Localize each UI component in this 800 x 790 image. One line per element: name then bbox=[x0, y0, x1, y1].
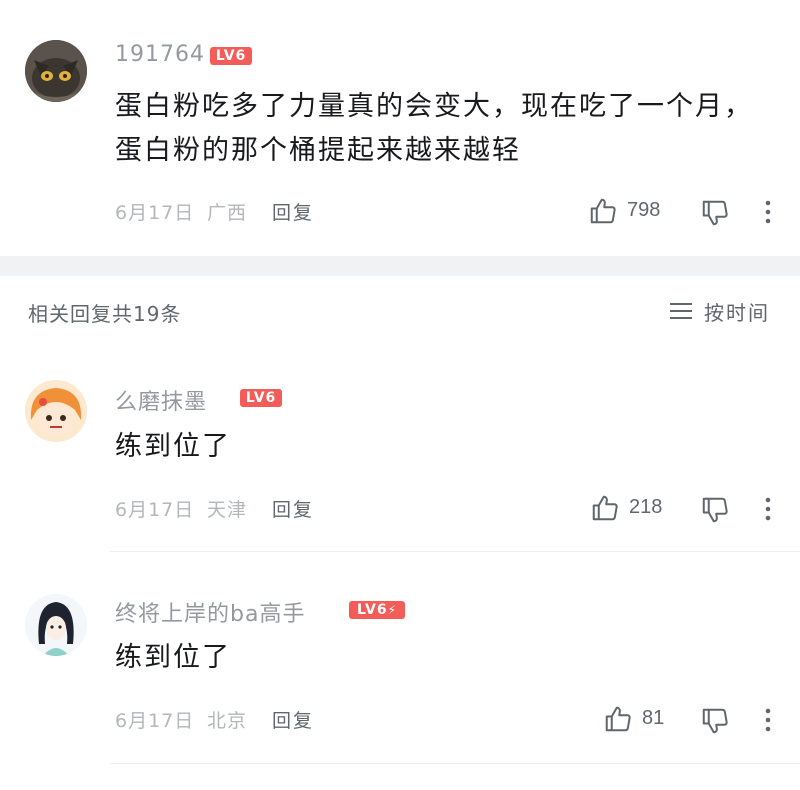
thumbs-up-icon[interactable] bbox=[588, 196, 618, 226]
dark-hair-girl-avatar-image bbox=[25, 594, 87, 656]
reply-date: 6月17日 bbox=[115, 710, 195, 732]
anime-girl-avatar-image bbox=[25, 380, 87, 442]
comment-content: 蛋白粉吃多了力量真的会变大，现在吃了一个月， 蛋白粉的那个桶提起来越来越轻 bbox=[115, 85, 753, 173]
comment-date: 6月17日 bbox=[115, 202, 195, 224]
thumbs-up-icon[interactable] bbox=[590, 493, 620, 523]
level-badge: LV6⚡ bbox=[349, 601, 405, 619]
comment-line: 蛋白粉吃多了力量真的会变大，现在吃了一个月， bbox=[115, 91, 753, 122]
reply-location: 北京 bbox=[207, 710, 248, 732]
reply-divider bbox=[110, 763, 800, 764]
username[interactable]: 191764 bbox=[115, 42, 205, 67]
comment-line: 蛋白粉的那个桶提起来越来越轻 bbox=[115, 135, 521, 166]
username[interactable]: 终将上岸的ba高手 bbox=[115, 596, 305, 628]
thumbs-down-icon[interactable] bbox=[700, 706, 730, 736]
section-separator bbox=[0, 256, 800, 276]
sort-lines-icon bbox=[670, 303, 692, 319]
like-count: 81 bbox=[642, 707, 665, 729]
reply-button[interactable]: 回复 bbox=[272, 495, 314, 522]
level-text: LV6 bbox=[356, 602, 388, 618]
replies-count-title: 相关回复共19条 bbox=[28, 302, 182, 326]
reply-divider bbox=[110, 551, 800, 552]
level-badge: LV6 bbox=[240, 389, 282, 407]
cat-avatar-image bbox=[25, 40, 87, 102]
comment-location: 广西 bbox=[207, 202, 248, 224]
more-vertical-icon[interactable] bbox=[760, 495, 776, 523]
more-vertical-icon[interactable] bbox=[760, 706, 776, 734]
lightning-icon: ⚡ bbox=[387, 603, 397, 617]
like-count: 798 bbox=[627, 199, 661, 221]
reply-content: 练到位了 bbox=[115, 431, 231, 462]
thumbs-down-icon[interactable] bbox=[700, 495, 730, 525]
thumbs-down-icon[interactable] bbox=[700, 198, 730, 228]
reply-location: 天津 bbox=[207, 499, 248, 521]
reply-content: 练到位了 bbox=[115, 642, 231, 673]
avatar[interactable] bbox=[25, 594, 87, 656]
reply-button[interactable]: 回复 bbox=[272, 706, 314, 733]
like-count: 218 bbox=[629, 496, 663, 518]
avatar[interactable] bbox=[25, 40, 87, 102]
thumbs-up-icon[interactable] bbox=[603, 704, 633, 734]
sort-label: 按时间 bbox=[704, 301, 770, 325]
level-badge: LV6 bbox=[210, 47, 252, 65]
more-vertical-icon[interactable] bbox=[760, 198, 776, 226]
avatar[interactable] bbox=[25, 380, 87, 442]
reply-button[interactable]: 回复 bbox=[272, 198, 314, 225]
username[interactable]: 么磨抹墨 bbox=[115, 384, 207, 416]
reply-date: 6月17日 bbox=[115, 499, 195, 521]
